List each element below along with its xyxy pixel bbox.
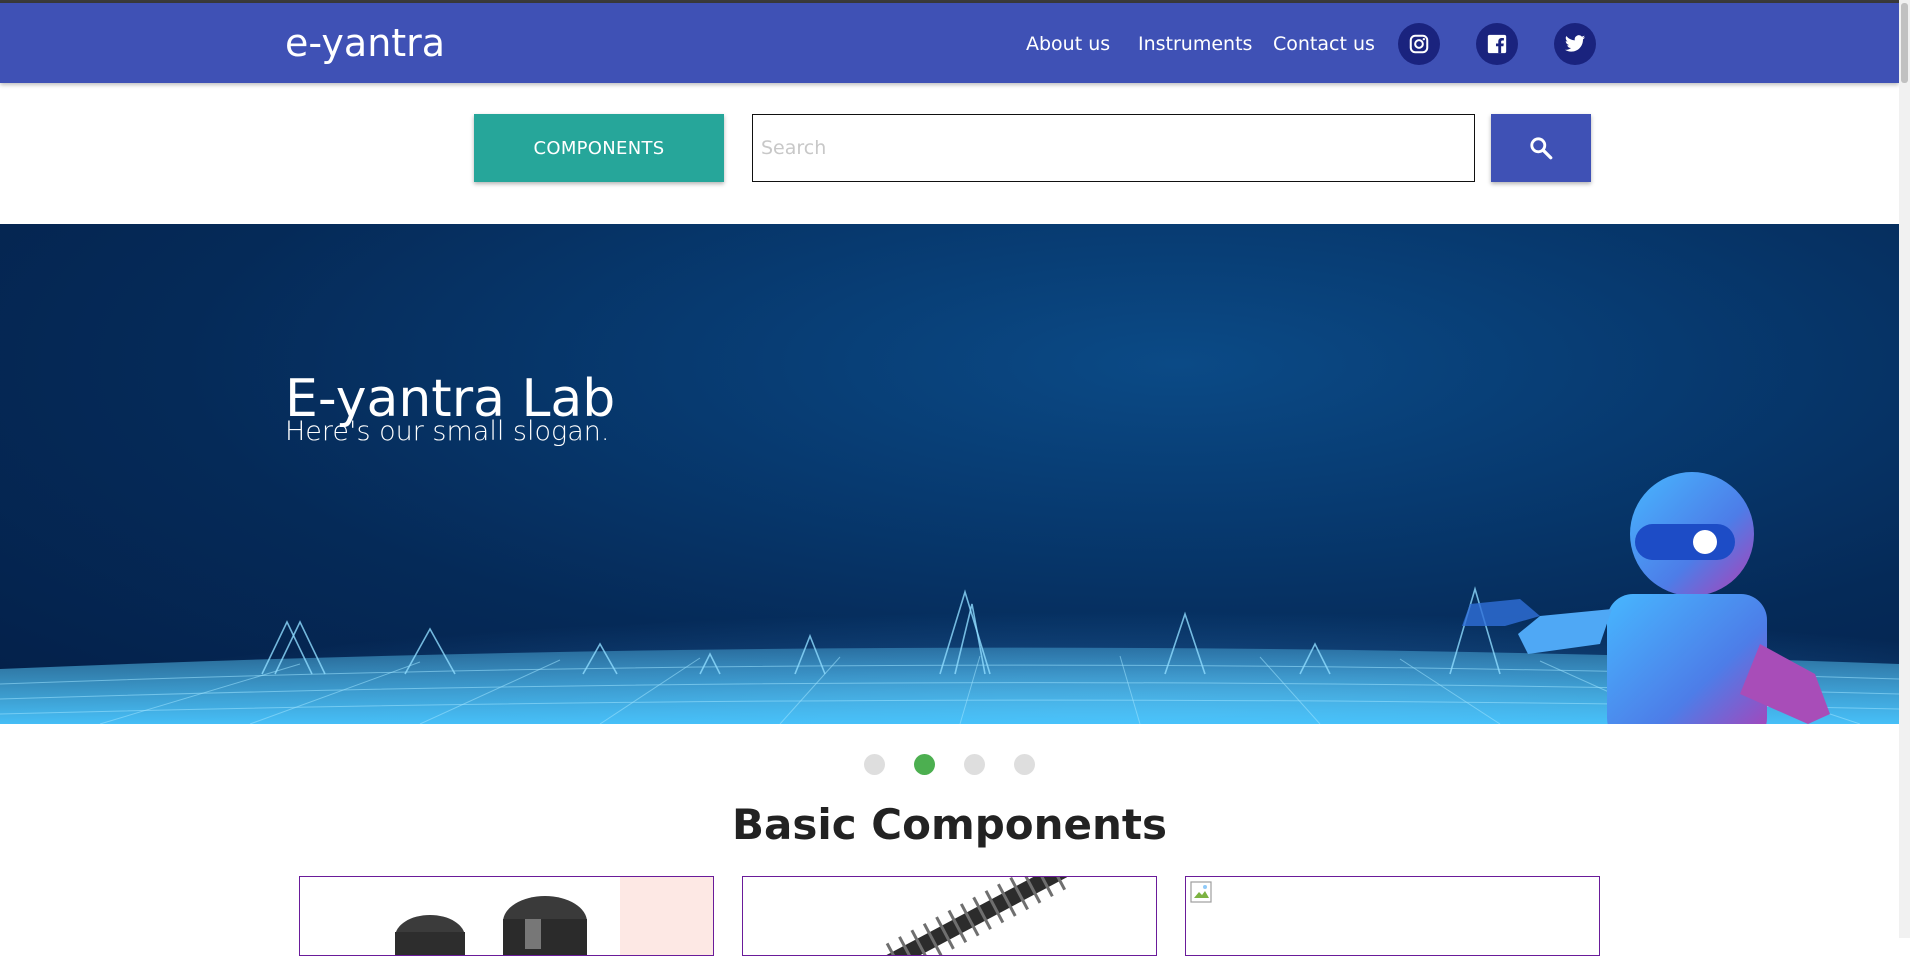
page-scrollbar-track[interactable] [1899, 0, 1910, 938]
header-pins-image [743, 877, 1156, 955]
component-card[interactable] [1185, 876, 1600, 956]
carousel-dot[interactable] [864, 754, 885, 775]
hero-slogan: Here's our small slogan. [285, 416, 610, 447]
carousel-dot[interactable] [1014, 754, 1035, 775]
page-scrollbar-thumb[interactable] [1901, 3, 1908, 83]
carousel-dot[interactable] [964, 754, 985, 775]
hero-illustration [0, 472, 1899, 724]
twitter-icon [1564, 35, 1586, 52]
search-icon [1530, 137, 1553, 160]
facebook-icon [1487, 34, 1507, 54]
section-title: Basic Components [732, 800, 1167, 849]
instagram-icon [1409, 34, 1429, 54]
twitter-button[interactable] [1554, 23, 1596, 65]
hero-carousel-slide: E-yantra Lab Here's our small slogan. [0, 224, 1899, 724]
navbar: e-yantra About us Instruments Contact us [0, 3, 1899, 83]
brand-logo[interactable]: e-yantra [285, 21, 445, 65]
nav-contact-us[interactable]: Contact us [1273, 33, 1375, 55]
search-input[interactable] [752, 114, 1475, 182]
broken-image-icon [1190, 881, 1212, 903]
instagram-button[interactable] [1398, 23, 1440, 65]
nav-about-us[interactable]: About us [1026, 33, 1110, 55]
capacitor-image [300, 877, 713, 955]
nav-instruments[interactable]: Instruments [1138, 33, 1252, 55]
facebook-button[interactable] [1476, 23, 1518, 65]
component-card[interactable] [299, 876, 714, 956]
component-card[interactable] [742, 876, 1157, 956]
carousel-dot-active[interactable] [914, 754, 935, 775]
components-dropdown-button[interactable]: COMPONENTS [474, 114, 724, 182]
search-button[interactable] [1491, 114, 1591, 182]
